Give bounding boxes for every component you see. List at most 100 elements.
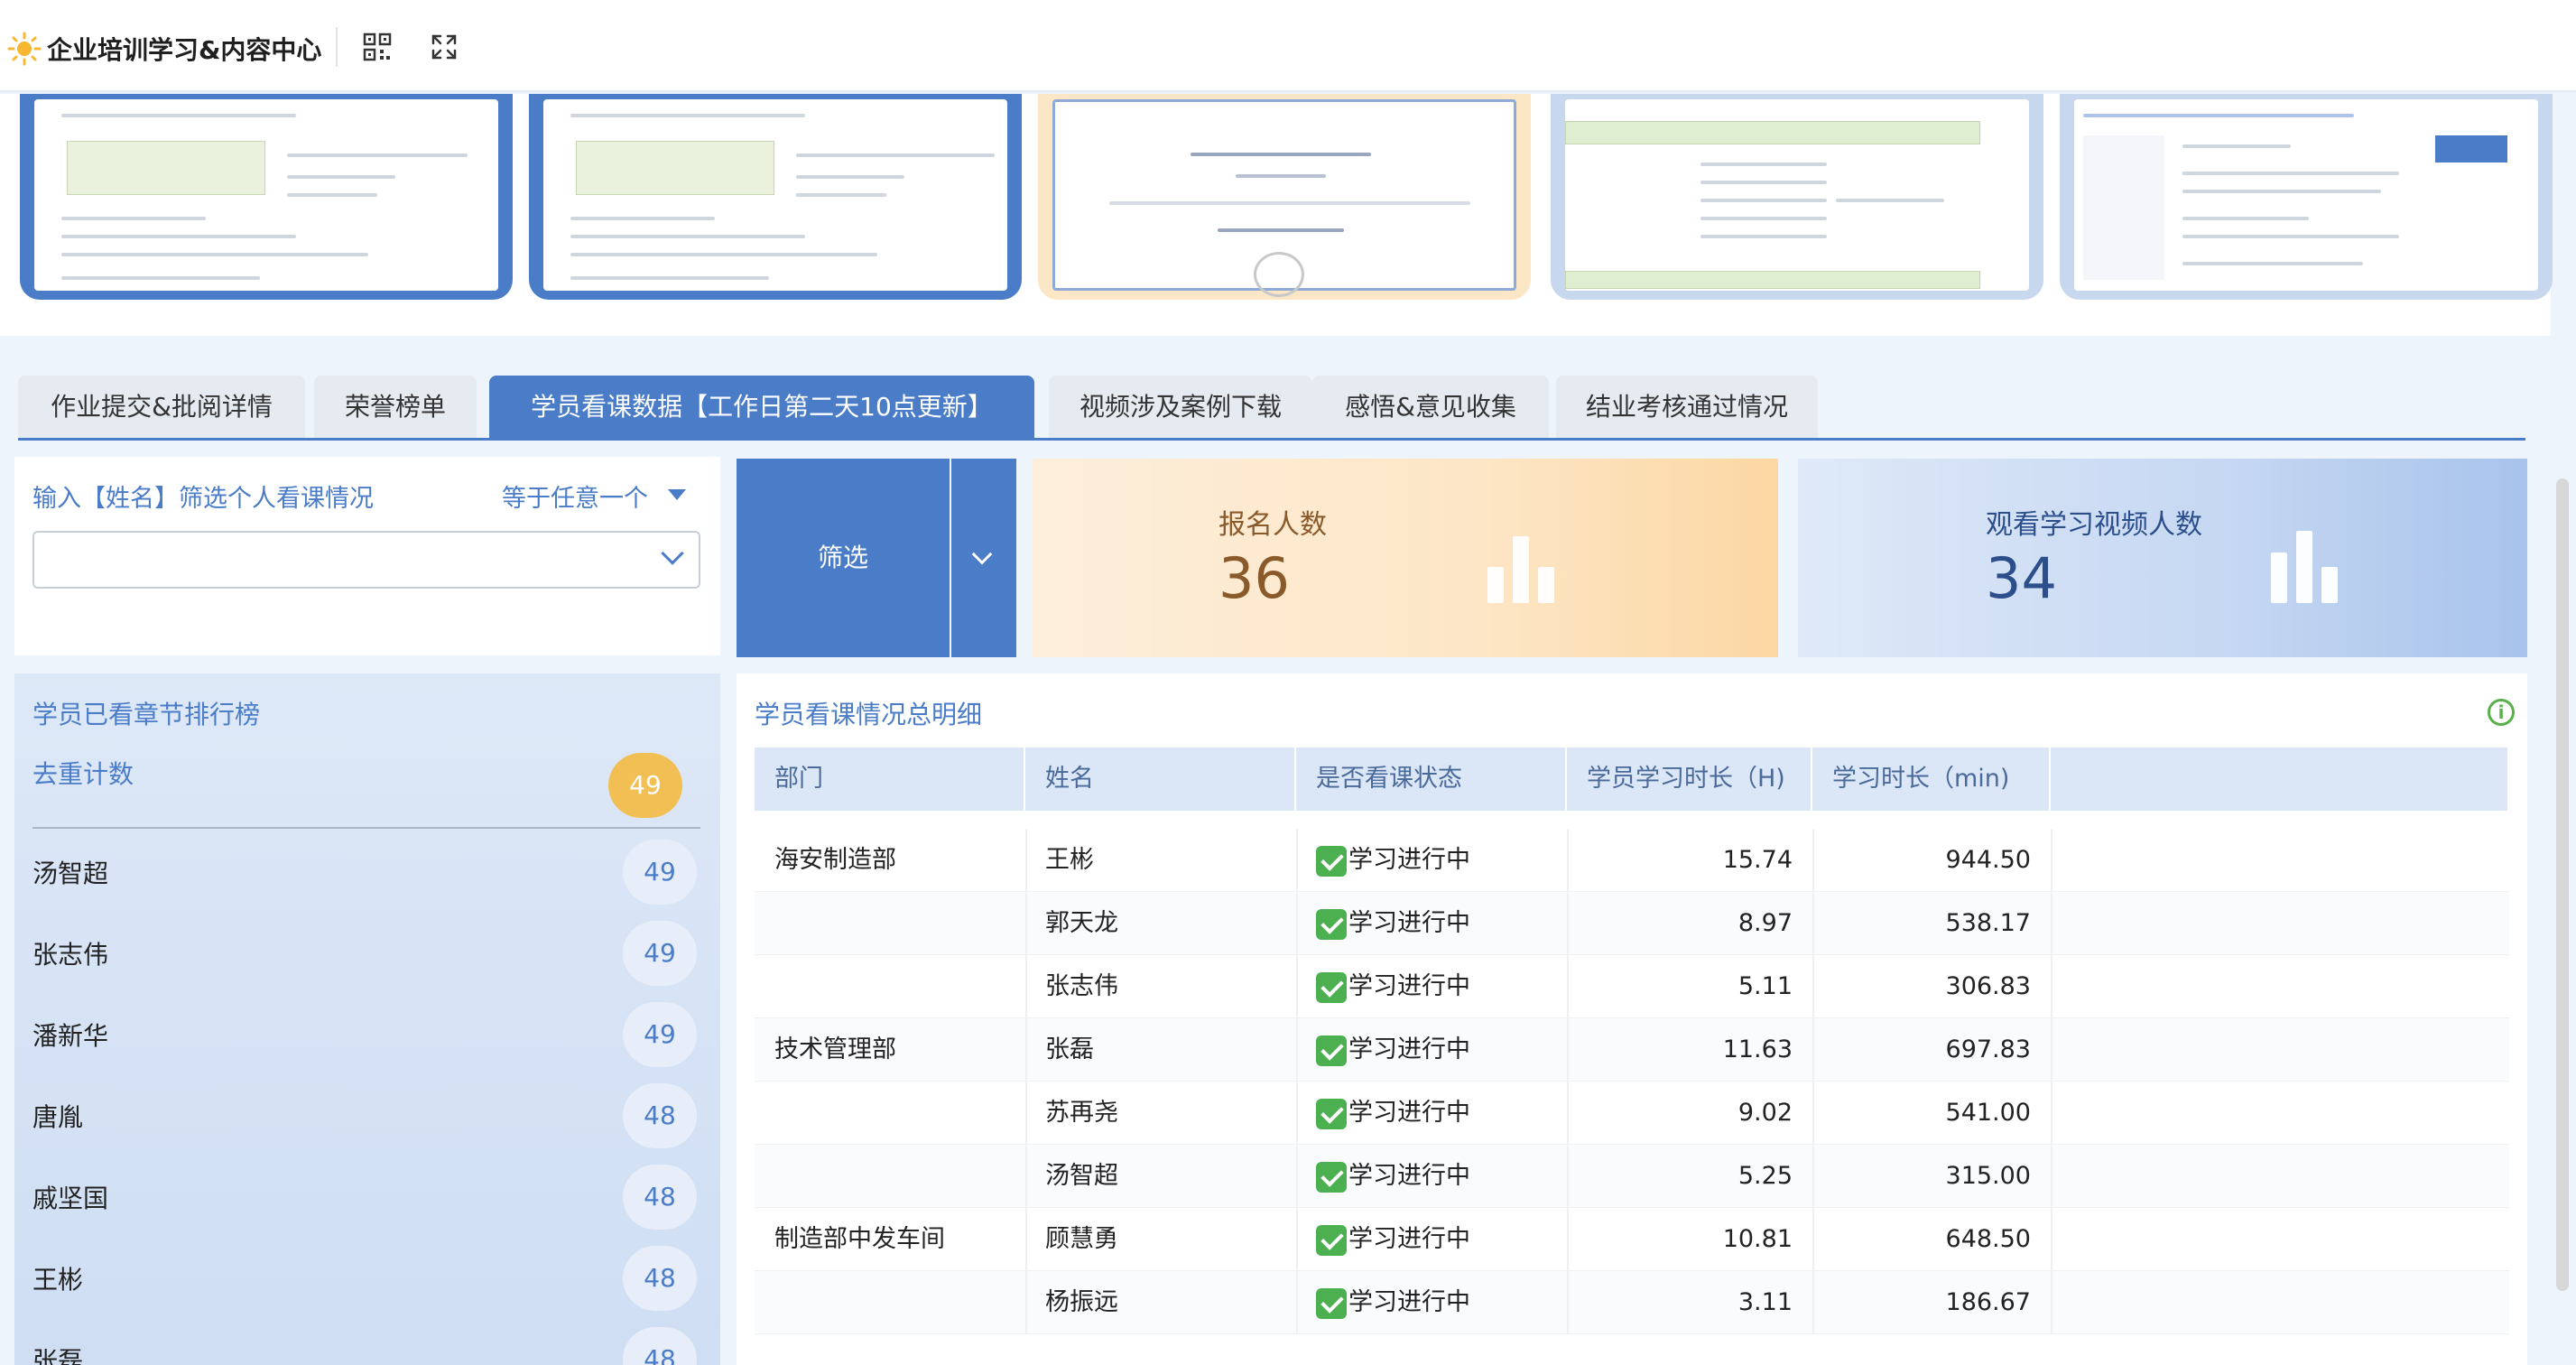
- name-cell: 汤智超: [1045, 1162, 1118, 1190]
- title-wrap: 企业培训学习&内容中心: [7, 31, 321, 67]
- ranking-title: 学员已看章节排行榜: [32, 700, 261, 729]
- dept-cell: 技术管理部: [774, 1035, 896, 1063]
- kpi-enrolled-value: 36: [1219, 545, 1290, 611]
- column-separator: [1296, 1082, 1298, 1145]
- tab-exam-status[interactable]: 结业考核通过情况: [1556, 376, 1818, 439]
- name-filter-select[interactable]: [32, 531, 700, 589]
- ranking-row[interactable]: 张志伟 49: [32, 914, 700, 995]
- status-cell: 学习进行中: [1296, 892, 1567, 955]
- table-row[interactable]: 杨振远 学习进行中 3.11 186.67: [755, 1271, 2509, 1334]
- ranking-row[interactable]: 唐胤 48: [32, 1076, 700, 1157]
- status-cell: 学习进行中: [1296, 1271, 1567, 1334]
- kpi-viewers-label: 观看学习视频人数: [1986, 509, 2202, 541]
- column-separator: [1025, 1018, 1027, 1082]
- column-separator: [1025, 892, 1027, 955]
- hours-cell: 11.63: [1722, 1035, 1793, 1063]
- column-header-status[interactable]: 是否看课状态: [1296, 748, 1567, 811]
- chevron-down-icon: [971, 543, 993, 565]
- hours-cell: 5.25: [1737, 1162, 1793, 1190]
- status-text: 学习进行中: [1348, 1288, 1470, 1316]
- minutes-cell: 541.00: [1945, 1099, 2031, 1127]
- status-text: 学习进行中: [1348, 1099, 1470, 1127]
- minutes-cell: 186.67: [1945, 1288, 2031, 1316]
- column-separator: [1812, 1208, 1814, 1271]
- column-separator: [1567, 1018, 1569, 1082]
- check-mark-icon: [1316, 1161, 1347, 1193]
- minutes-cell: 697.83: [1945, 1035, 2031, 1063]
- column-separator: [1812, 1082, 1814, 1145]
- ranking-row[interactable]: 张磊 48: [32, 1320, 700, 1365]
- bar-chart-icon: [1487, 522, 1560, 603]
- status-cell: 学习进行中: [1296, 829, 1567, 892]
- table-row[interactable]: 汤智超 学习进行中 5.25 315.00: [755, 1145, 2509, 1208]
- column-separator: [1296, 955, 1298, 1018]
- thumbnail-certificate[interactable]: [1038, 94, 1531, 300]
- viewing-detail-panel: 学员看课情况总明细 i 部门 姓名 是否看课状态 学员学习时长（H) 学习时长（…: [737, 673, 2527, 1365]
- column-header-name[interactable]: 姓名: [1025, 748, 1296, 811]
- status-cell: 学习进行中: [1296, 1018, 1567, 1082]
- thumbnail-assignment-2[interactable]: [529, 94, 1022, 300]
- check-mark-icon: [1316, 1035, 1347, 1066]
- column-separator: [1025, 955, 1027, 1018]
- column-separator: [1567, 1145, 1569, 1208]
- table-row[interactable]: 苏再尧 学习进行中 9.02 541.00: [755, 1082, 2509, 1145]
- ranking-divider: [32, 827, 700, 829]
- name-filter-panel: 输入【姓名】筛选个人看课情况 等于任意一个: [14, 457, 720, 655]
- column-header-minutes[interactable]: 学习时长（min): [1812, 748, 2051, 811]
- check-mark-icon: [1316, 971, 1347, 1003]
- column-separator: [1025, 1145, 1027, 1208]
- dept-cell: 海安制造部: [774, 846, 896, 874]
- tab-underline: [18, 438, 2525, 441]
- minutes-cell: 538.17: [1945, 909, 2031, 937]
- tab-honor-list[interactable]: 荣誉榜单: [314, 376, 477, 439]
- thumbnail-quick-start[interactable]: [2060, 94, 2553, 300]
- tab-assignment-review[interactable]: 作业提交&批阅详情: [18, 376, 305, 439]
- name-cell: 郭天龙: [1045, 909, 1118, 937]
- thumbnail-assignment-1[interactable]: [20, 94, 513, 300]
- column-separator: [2051, 1082, 2052, 1145]
- column-separator: [1812, 1018, 1814, 1082]
- filter-operator[interactable]: 等于任意一个: [502, 478, 648, 514]
- ranking-name: 张磊: [32, 1346, 84, 1365]
- tab-case-download[interactable]: 视频涉及案例下载: [1049, 376, 1312, 439]
- ranking-name: 张志伟: [32, 940, 109, 970]
- filter-label: 输入【姓名】筛选个人看课情况: [32, 485, 374, 513]
- dept-cell: [755, 1145, 1025, 1208]
- column-separator: [1812, 1145, 1814, 1208]
- fullscreen-icon[interactable]: [430, 32, 459, 61]
- ranking-row[interactable]: 王彬 48: [32, 1239, 700, 1320]
- filter-dropdown-button[interactable]: [951, 459, 1016, 657]
- column-header-dept[interactable]: 部门: [755, 748, 1025, 811]
- tab-viewing-data[interactable]: 学员看课数据【工作日第二天10点更新】: [489, 376, 1034, 439]
- ranking-row[interactable]: 汤智超 49: [32, 832, 700, 914]
- info-icon[interactable]: i: [2488, 699, 2515, 726]
- ranking-badge: 49: [623, 840, 697, 905]
- table-row[interactable]: 海安制造部 王彬 学习进行中 15.74 944.50: [755, 829, 2509, 892]
- ranking-badge: 48: [623, 1327, 697, 1365]
- chevron-down-icon[interactable]: [661, 542, 684, 565]
- ranking-row[interactable]: 戚坚国 48: [32, 1157, 700, 1239]
- tab-feedback[interactable]: 感悟&意见收集: [1312, 376, 1549, 439]
- column-header-hours[interactable]: 学员学习时长（H): [1567, 748, 1812, 811]
- minutes-cell: 315.00: [1945, 1162, 2031, 1190]
- table-row[interactable]: 制造部中发车间 顾慧勇 学习进行中 10.81 648.50: [755, 1208, 2509, 1271]
- column-separator: [1567, 1271, 1569, 1334]
- table-row[interactable]: 张志伟 学习进行中 5.11 306.83: [755, 955, 2509, 1018]
- qr-code-icon[interactable]: [363, 32, 392, 61]
- page-scrollbar[interactable]: [2556, 478, 2569, 1291]
- table-row[interactable]: 郭天龙 学习进行中 8.97 538.17: [755, 892, 2509, 955]
- status-cell: 学习进行中: [1296, 1208, 1567, 1271]
- filter-button[interactable]: 筛选: [737, 459, 950, 657]
- column-separator: [1296, 1018, 1298, 1082]
- column-separator: [1025, 1271, 1027, 1334]
- column-separator: [2051, 1208, 2052, 1271]
- thumbnail-schedule[interactable]: [1551, 94, 2043, 300]
- column-separator: [1567, 1208, 1569, 1271]
- table-row[interactable]: 技术管理部 张磊 学习进行中 11.63 697.83: [755, 1018, 2509, 1082]
- ranking-row[interactable]: 潘新华 49: [32, 995, 700, 1076]
- ranking-badge: 48: [623, 1165, 697, 1230]
- dept-cell: [755, 955, 1025, 1018]
- name-cell: 张磊: [1045, 1035, 1094, 1063]
- kpi-enrolled-label: 报名人数: [1219, 509, 1327, 541]
- caret-down-icon[interactable]: [668, 489, 686, 500]
